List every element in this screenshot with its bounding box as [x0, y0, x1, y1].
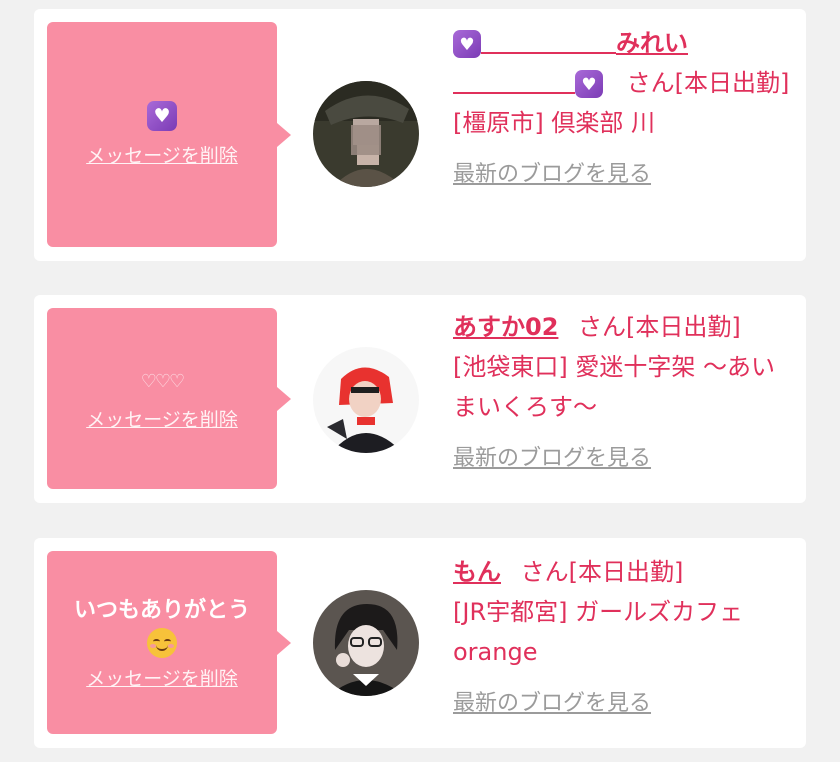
shop-text: [JR宇都宮] ガールズカフェorange	[453, 598, 744, 666]
message-bubble: ♡♡♡ メッセージを削除	[47, 308, 291, 489]
message-card: いつもありがとう メッセージを削除 もん さん[本日出勤] [JR宇都宮] ガー…	[34, 538, 806, 748]
latest-blog-link[interactable]: 最新のブログを見る	[453, 684, 651, 724]
delete-message-link[interactable]: メッセージを削除	[86, 405, 238, 432]
avatar-photo-icon	[313, 81, 419, 187]
latest-blog-link[interactable]: 最新のブログを見る	[453, 155, 651, 195]
name-underline	[481, 34, 616, 54]
delete-message-link[interactable]: メッセージを削除	[86, 141, 238, 168]
delete-message-link[interactable]: メッセージを削除	[86, 664, 238, 691]
shop-text: [橿原市] 倶楽部 川	[453, 109, 655, 137]
user-info: もん さん[本日出勤] [JR宇都宮] ガールズカフェorange 最新のブログ…	[453, 552, 793, 724]
user-info: あすか02 さん[本日出勤] [池袋東口] 愛迷十字架 〜あいまいくろす〜 最新…	[453, 307, 793, 479]
user-info: ♥ みれい ♥ さん[本日出勤] [橿原市] 倶楽部 川 最新のブログを見る	[453, 23, 793, 195]
name-underline	[453, 74, 575, 94]
purple-heart-icon: ♥	[147, 101, 177, 131]
avatar[interactable]	[313, 81, 419, 187]
smiling-face-icon	[147, 628, 177, 658]
message-card: ♡♡♡ メッセージを削除 あすか02 さん[本日出勤] [池袋東口] 愛迷十字架…	[34, 295, 806, 503]
avatar[interactable]	[313, 347, 419, 453]
avatar-photo-icon	[313, 590, 419, 696]
avatar-photo-icon	[313, 347, 419, 453]
status-text: さん[本日出勤]	[578, 313, 741, 341]
shop-text: [池袋東口] 愛迷十字架 〜あいまいくろす〜	[453, 353, 775, 421]
user-name-link[interactable]: あすか02	[453, 313, 558, 341]
message-card: ♥ メッセージを削除 ♥ みれい ♥ さん[本日出勤] [橿原市] 倶楽部 川 最…	[34, 9, 806, 261]
status-text: さん[本日出勤]	[626, 69, 790, 97]
message-text: いつもありがとう	[73, 598, 250, 623]
message-text: ♡♡♡	[140, 371, 185, 392]
status-text: さん[本日出勤]	[520, 558, 684, 586]
purple-heart-icon: ♥	[453, 30, 481, 58]
user-name-link[interactable]: もん	[453, 558, 501, 586]
avatar[interactable]	[313, 590, 419, 696]
message-bubble: ♥ メッセージを削除	[47, 22, 291, 247]
purple-heart-icon: ♥	[575, 70, 603, 98]
user-name-link[interactable]: みれい	[616, 29, 688, 57]
latest-blog-link[interactable]: 最新のブログを見る	[453, 439, 651, 479]
message-bubble: いつもありがとう メッセージを削除	[47, 551, 291, 734]
